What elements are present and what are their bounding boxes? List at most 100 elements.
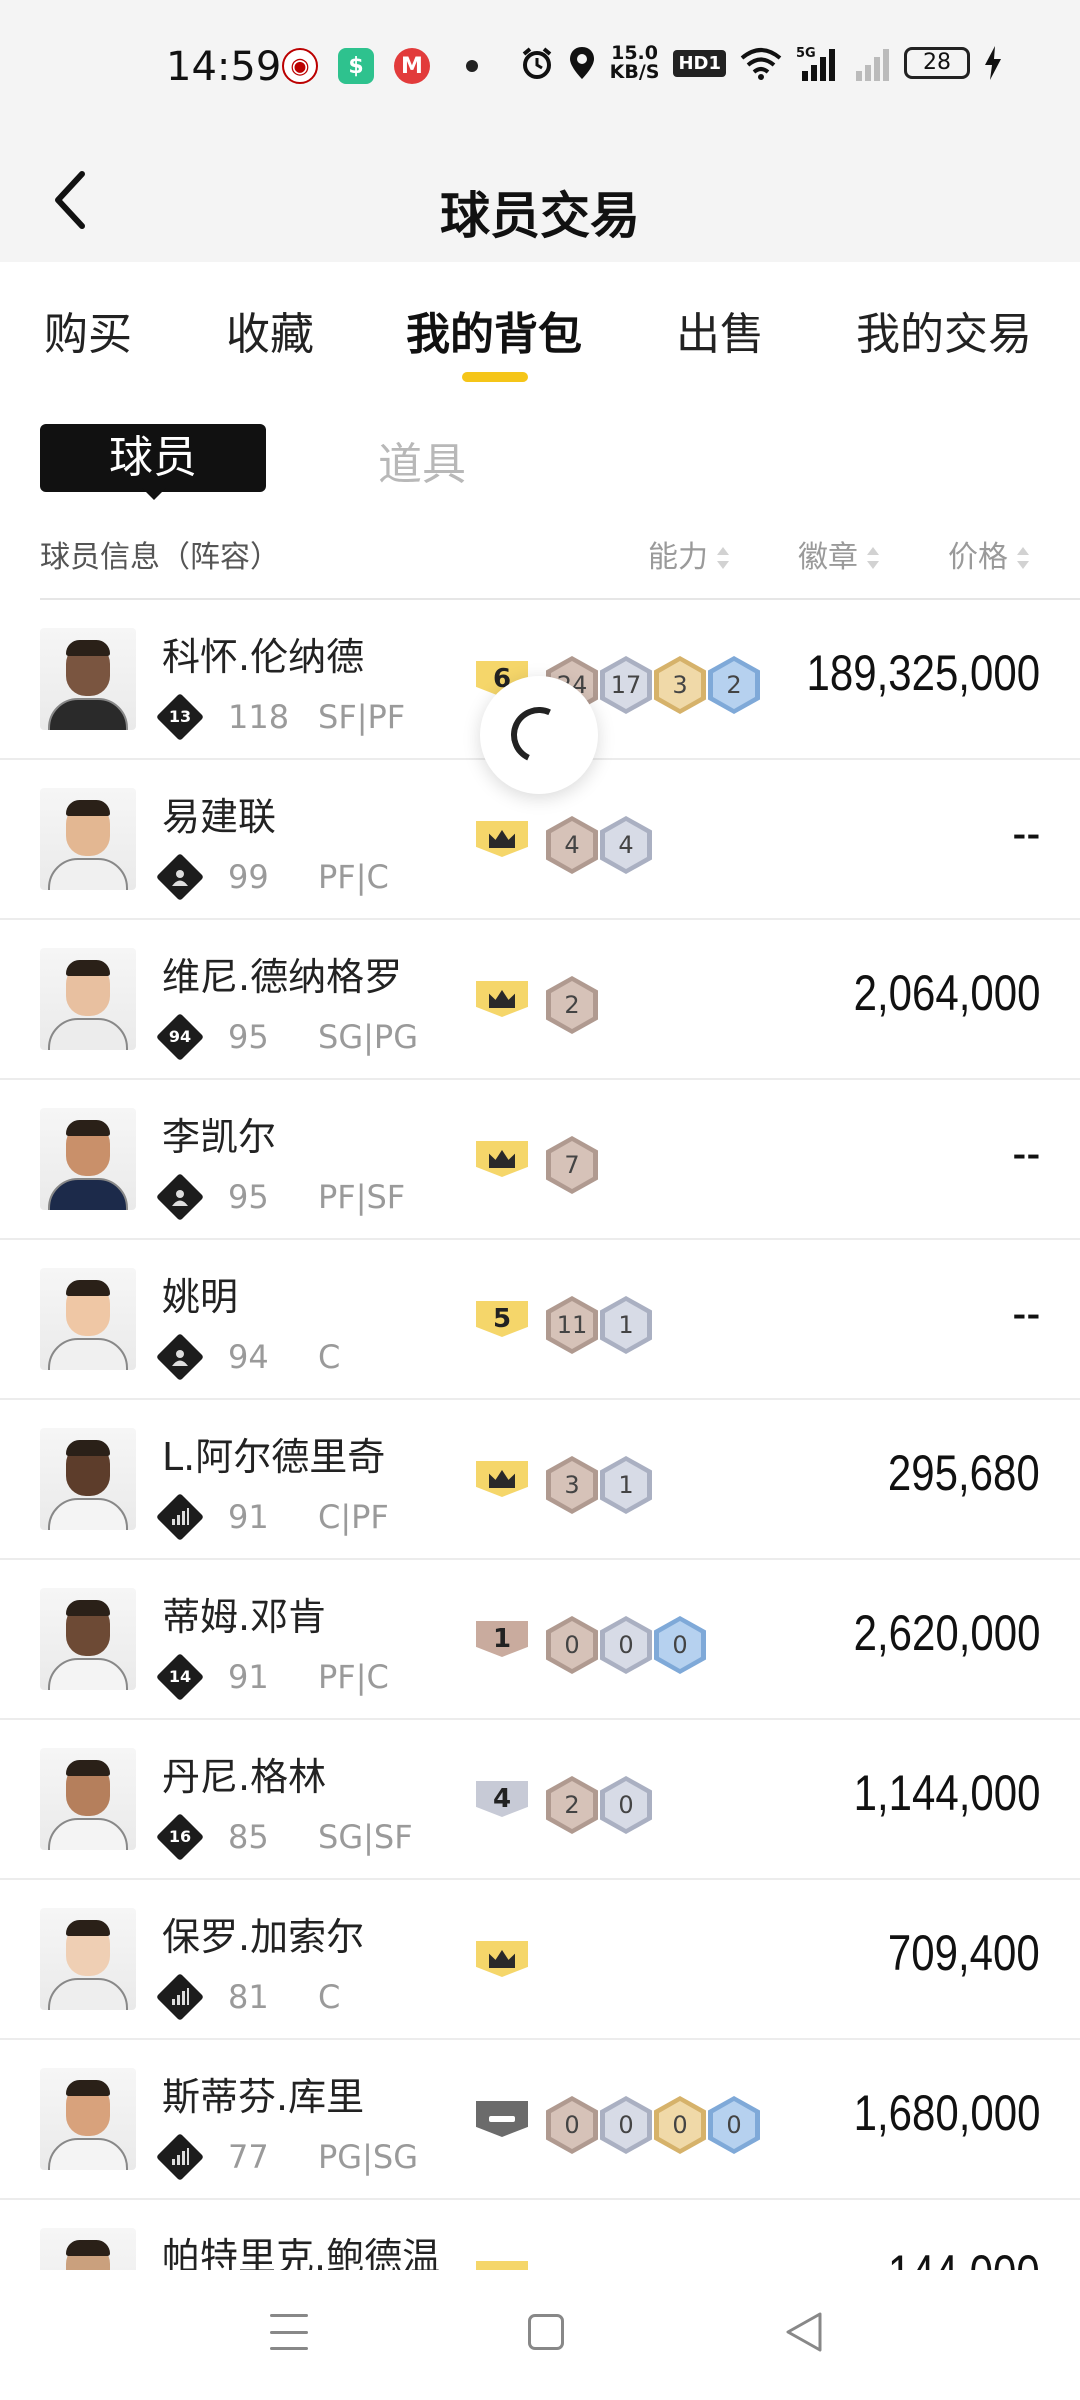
player-row[interactable]: 姚明 94 C 5 11 1 --: [0, 1240, 1080, 1400]
player-rating: 85: [228, 1818, 269, 1856]
badge-count-blue: 0: [708, 2096, 760, 2154]
signal-secondary-icon: [856, 49, 889, 81]
player-row[interactable]: 维尼.德纳格罗 94 95 SG|PG 2 2,064,000: [0, 920, 1080, 1080]
notification-icons: ◉ $ M: [282, 48, 478, 84]
crown-icon: [489, 990, 515, 1008]
badge-count-blue: 2: [708, 656, 760, 714]
sort-icon: [1016, 546, 1030, 571]
player-price: 2,620,000: [853, 1605, 1040, 1661]
badge-count-blue: 0: [654, 1616, 706, 1674]
dash-icon: [489, 2116, 515, 2122]
player-avatar: [40, 788, 136, 890]
ability-level-badge: [476, 981, 528, 1017]
ability-level-badge: 4: [476, 1781, 528, 1817]
player-row[interactable]: 保罗.加索尔 81 C 709,400: [0, 1880, 1080, 2040]
player-name: 维尼.德纳格罗: [162, 955, 403, 999]
badge-count-silver: 1: [600, 1456, 652, 1514]
badge-count-bronze: 7: [546, 1136, 598, 1194]
sort-icon: [866, 546, 880, 571]
column-badge-label: 徽章: [798, 540, 858, 575]
triangle-back-icon[interactable]: [784, 2310, 824, 2354]
badge-count-bronze: 3: [546, 1456, 598, 1514]
player-avatar: [40, 1108, 136, 1210]
player-rating: 91: [228, 1658, 269, 1696]
player-name: 丹尼.格林: [162, 1755, 327, 1799]
column-badge-sort[interactable]: 徽章: [798, 532, 880, 576]
crown-icon: [489, 1150, 515, 1168]
status-right: 15.0 KB/S HD1 5G 28: [520, 44, 1002, 82]
player-name: 李凯尔: [162, 1115, 277, 1159]
player-row[interactable]: L.阿尔德里奇 91 C|PF 3 1 295,680: [0, 1400, 1080, 1560]
player-position: C: [318, 1978, 341, 2016]
network-speed: 15.0 KB/S: [609, 42, 660, 83]
player-price: 1,144,000: [853, 1765, 1040, 1821]
player-row[interactable]: 帕特里克.鲍德温 144,000: [0, 2200, 1080, 2270]
tab-favorites[interactable]: 收藏: [226, 298, 314, 362]
active-tab-indicator: [462, 372, 528, 382]
player-position: C: [318, 1338, 341, 1376]
player-rating: 95: [228, 1018, 269, 1056]
wallet-app-icon: $: [338, 48, 374, 84]
badge-count-bronze: 11: [546, 1296, 598, 1354]
player-position: PG|SG: [318, 2138, 418, 2176]
player-price: 2,064,000: [853, 965, 1040, 1021]
bank-app-icon: M: [394, 48, 430, 84]
crown-icon: [489, 1470, 515, 1488]
tab-my-backpack[interactable]: 我的背包: [406, 298, 582, 362]
sort-icon: [716, 546, 730, 571]
player-rating: 91: [228, 1498, 269, 1536]
player-price: --: [1012, 805, 1040, 861]
badge-count-silver: 0: [600, 1616, 652, 1674]
person-icon: [155, 852, 205, 902]
player-avatar: [40, 2228, 136, 2270]
charging-icon: [985, 46, 1001, 80]
app-header: 球员交易: [0, 140, 1080, 262]
column-price-sort[interactable]: 价格: [948, 532, 1030, 576]
app-notification-icon: ◉: [282, 48, 318, 84]
player-name: 斯蒂芬.库里: [162, 2075, 365, 2119]
player-name: 科怀.伦纳德: [162, 635, 365, 679]
subtab-items[interactable]: 道具: [378, 428, 466, 492]
ability-level-badge: 5: [476, 1301, 528, 1337]
badge-count-bronze: 4: [546, 816, 598, 874]
tab-bar: 购买 收藏 我的背包 出售 我的交易: [0, 262, 1080, 392]
home-square-icon[interactable]: [528, 2314, 564, 2350]
crown-icon: [489, 1950, 515, 1968]
badge-count-gold: 3: [654, 656, 706, 714]
player-avatar: [40, 1908, 136, 2010]
player-rating: 81: [228, 1978, 269, 2016]
player-name: 帕特里克.鲍德温: [162, 2235, 441, 2270]
subtab-players[interactable]: 球员: [40, 424, 266, 492]
person-icon: [155, 1332, 205, 1382]
ability-level-badge: [476, 2261, 528, 2270]
jersey-number-badge: 14: [155, 1652, 205, 1702]
system-nav-bar: [0, 2270, 1080, 2400]
badge-count-silver: 4: [600, 816, 652, 874]
alarm-icon: [522, 47, 551, 79]
tab-my-trades[interactable]: 我的交易: [856, 298, 1032, 362]
tab-buy[interactable]: 购买: [44, 298, 132, 362]
badge-count-silver: 1: [600, 1296, 652, 1354]
player-row[interactable]: 李凯尔 95 PF|SF 7 --: [0, 1080, 1080, 1240]
ability-level-badge: 1: [476, 1621, 528, 1657]
player-avatar: [40, 628, 136, 730]
player-price: --: [1012, 1125, 1040, 1181]
bars-icon: [155, 1972, 205, 2022]
menu-icon[interactable]: [270, 2314, 308, 2350]
player-row[interactable]: 丹尼.格林 16 85 SG|SF 4 2 0 1,144,000: [0, 1720, 1080, 1880]
badge-count-bronze: 0: [546, 1616, 598, 1674]
player-name: 易建联: [162, 795, 277, 839]
player-rating: 95: [228, 1178, 269, 1216]
tab-sell[interactable]: 出售: [676, 298, 764, 362]
player-name: 保罗.加索尔: [162, 1915, 365, 1959]
page-title: 球员交易: [440, 187, 640, 245]
player-row[interactable]: 蒂姆.邓肯 14 91 PF|C 1 0 0 0 2,620,000: [0, 1560, 1080, 1720]
player-position: SG|SF: [318, 1818, 413, 1856]
player-row[interactable]: 斯蒂芬.库里 77 PG|SG 0 0 0 0 1,680,000: [0, 2040, 1080, 2200]
player-name: L.阿尔德里奇: [162, 1435, 386, 1479]
crown-icon: [489, 830, 515, 848]
player-list[interactable]: 科怀.伦纳德 13 118 SF|PF 6 24 17 3 2 189,325,000 易建联 99 P…: [0, 600, 1080, 2270]
column-ability-sort[interactable]: 能力: [648, 532, 730, 576]
wifi-icon: [740, 48, 782, 80]
player-price: 189,325,000: [806, 645, 1040, 701]
